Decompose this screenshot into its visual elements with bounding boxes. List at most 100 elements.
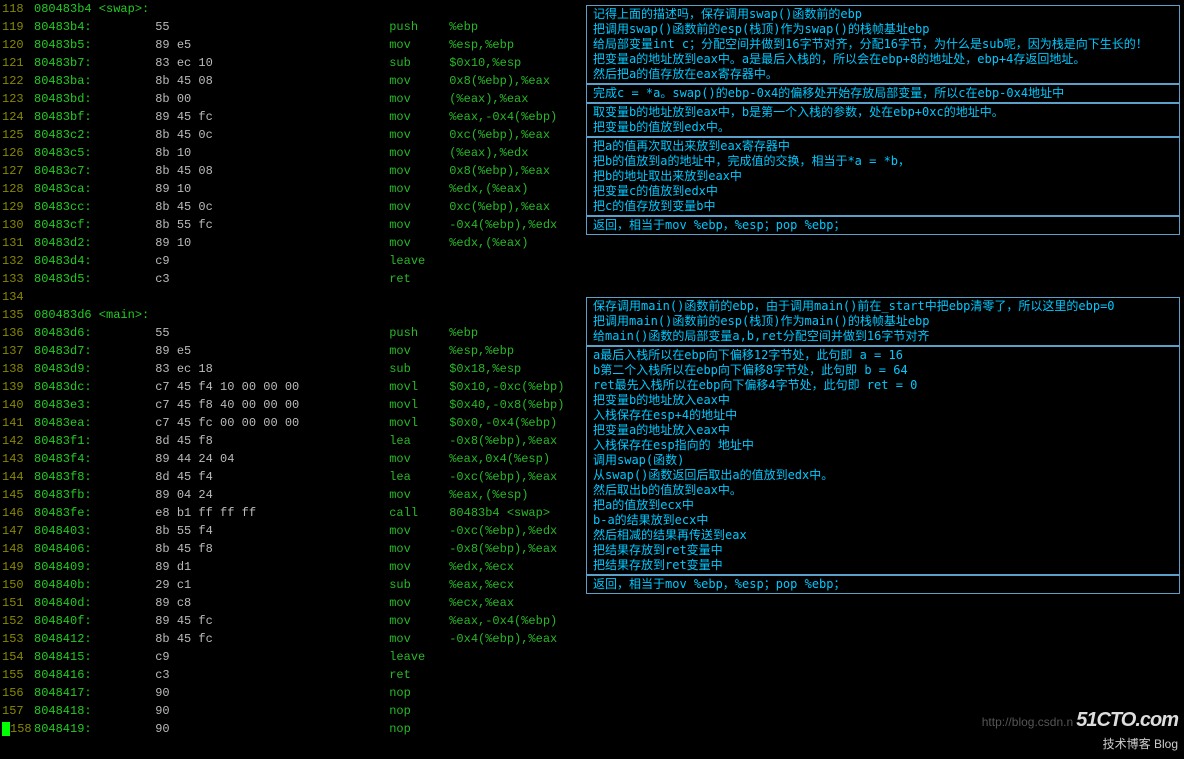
annotation-line: 把结果存放到ret变量中	[593, 543, 1173, 558]
annotation-line: 记得上面的描述吗，保存调用swap()函数前的ebp	[593, 7, 1173, 22]
asm-row: 1558048416: c3ret	[2, 666, 586, 684]
mnemonic: sub	[389, 54, 449, 72]
section-header: 080483b4 <swap>:	[34, 0, 149, 18]
asm-row: 12380483bd: 8b 00mov(%eax),%eax	[2, 90, 586, 108]
cursor-icon	[2, 722, 10, 736]
line-number: 154	[2, 648, 34, 666]
hex-bytes: 89 44 24 04	[155, 450, 389, 468]
operands: $0x10,%esp	[449, 54, 521, 72]
asm-row: 12680483c5: 8b 10mov(%eax),%edx	[2, 144, 586, 162]
address: 80483bf:	[34, 108, 112, 126]
line-number: 150	[2, 576, 34, 594]
hex-bytes: 89 d1	[155, 558, 389, 576]
asm-row: 13880483d9: 83 ec 18sub$0x18,%esp	[2, 360, 586, 378]
asm-row: 1538048412: 8b 45 fcmov-0x4(%ebp),%eax	[2, 630, 586, 648]
line-number: 129	[2, 198, 34, 216]
annotation-line: 从swap()函数返回后取出a的值放到edx中。	[593, 468, 1173, 483]
address: 80483c5:	[34, 144, 112, 162]
address: 80483ca:	[34, 180, 112, 198]
line-number: 143	[2, 450, 34, 468]
hex-bytes: 89 c8	[155, 594, 389, 612]
address: 8048406:	[34, 540, 112, 558]
line-number: 147	[2, 522, 34, 540]
operands: %edx,%ecx	[449, 558, 514, 576]
address: 80483e3:	[34, 396, 112, 414]
annotation-line: 给main()函数的局部变量a,b,ret分配空间并做到16字节对齐	[593, 329, 1173, 344]
asm-row: 152804840f: 89 45 fcmov%eax,-0x4(%ebp)	[2, 612, 586, 630]
mnemonic: nop	[389, 684, 449, 702]
hex-bytes: 8d 45 f8	[155, 432, 389, 450]
annotation-line: a最后入栈所以在ebp向下偏移12字节处，此句即 a = 16	[593, 348, 1173, 363]
line-number: 127	[2, 162, 34, 180]
address: 80483d2:	[34, 234, 112, 252]
hex-bytes: 83 ec 18	[155, 360, 389, 378]
asm-row: 1548048415: c9leave	[2, 648, 586, 666]
address: 80483f8:	[34, 468, 112, 486]
address: 80483c2:	[34, 126, 112, 144]
operands: %eax,0x4(%esp)	[449, 450, 550, 468]
hex-bytes: 55	[155, 324, 389, 342]
operands: %ebp	[449, 324, 478, 342]
address: 8048403:	[34, 522, 112, 540]
mnemonic: ret	[389, 270, 449, 288]
line-number: 134	[2, 288, 34, 306]
mnemonic: mov	[389, 540, 449, 558]
hex-bytes: 8b 00	[155, 90, 389, 108]
mnemonic: leave	[389, 252, 449, 270]
asm-row: 14680483fe: e8 b1 ff ff ffcall80483b4 <s…	[2, 504, 586, 522]
annotation-line: 给局部变量int c；分配空间并做到16字节对齐，分配16字节，为什么是sub呢…	[593, 37, 1173, 52]
operands: %edx,(%eax)	[449, 234, 528, 252]
asm-row: 134	[2, 288, 586, 306]
disassembly-pane: 118080483b4 <swap>:11980483b4: 55push%eb…	[0, 0, 586, 759]
hex-bytes: 8b 55 f4	[155, 522, 389, 540]
address: 8048416:	[34, 666, 112, 684]
address: 80483cc:	[34, 198, 112, 216]
operands: %eax,(%esp)	[449, 486, 528, 504]
address: 80483c7:	[34, 162, 112, 180]
annotation-line: 把c的值存放到变量b中	[593, 199, 1173, 214]
operands: -0x8(%ebp),%eax	[449, 540, 557, 558]
hex-bytes: 8b 10	[155, 144, 389, 162]
operands: -0x8(%ebp),%eax	[449, 432, 557, 450]
address: 80483d9:	[34, 360, 112, 378]
hex-bytes: 55	[155, 18, 389, 36]
address: 80483d6:	[34, 324, 112, 342]
asm-row: 12780483c7: 8b 45 08mov0x8(%ebp),%eax	[2, 162, 586, 180]
mnemonic: push	[389, 324, 449, 342]
address: 80483dc:	[34, 378, 112, 396]
hex-bytes: 8b 45 0c	[155, 126, 389, 144]
asm-row: 12880483ca: 89 10mov%edx,(%eax)	[2, 180, 586, 198]
annotation-line: 入栈保存在esp+4的地址中	[593, 408, 1173, 423]
line-number: 137	[2, 342, 34, 360]
mnemonic: mov	[389, 630, 449, 648]
annotation-line: ret最先入栈所以在ebp向下偏移4字节处，此句即 ret = 0	[593, 378, 1173, 393]
mnemonic: nop	[389, 702, 449, 720]
hex-bytes: c9	[155, 252, 389, 270]
asm-row: 14180483ea: c7 45 fc 00 00 00 00movl$0x0…	[2, 414, 586, 432]
annotation-pane: 记得上面的描述吗，保存调用swap()函数前的ebp把调用swap()函数前的e…	[586, 5, 1180, 594]
line-number: 136	[2, 324, 34, 342]
asm-row: 12180483b7: 83 ec 10sub$0x10,%esp	[2, 54, 586, 72]
asm-row: 12980483cc: 8b 45 0cmov0xc(%ebp),%eax	[2, 198, 586, 216]
operands: %esp,%ebp	[449, 36, 514, 54]
address: 8048419:	[34, 720, 112, 738]
operands: %ecx,%eax	[449, 594, 514, 612]
operands: $0x10,-0xc(%ebp)	[449, 378, 564, 396]
mnemonic: mov	[389, 216, 449, 234]
line-number: 120	[2, 36, 34, 54]
line-number: 119	[2, 18, 34, 36]
line-number: 141	[2, 414, 34, 432]
watermark-url: http://blog.csdn.n	[982, 715, 1073, 729]
mnemonic: mov	[389, 558, 449, 576]
address: 80483fb:	[34, 486, 112, 504]
mnemonic: mov	[389, 594, 449, 612]
address: 8048415:	[34, 648, 112, 666]
line-number: 138	[2, 360, 34, 378]
hex-bytes: 89 e5	[155, 36, 389, 54]
line-number: 118	[2, 0, 34, 18]
address: 804840b:	[34, 576, 112, 594]
annotation-line: 取变量b的地址放到eax中，b是第一个入栈的参数，处在ebp+0xc的地址中。	[593, 105, 1173, 120]
line-number: 123	[2, 90, 34, 108]
hex-bytes: 8b 45 0c	[155, 198, 389, 216]
mnemonic: movl	[389, 414, 449, 432]
